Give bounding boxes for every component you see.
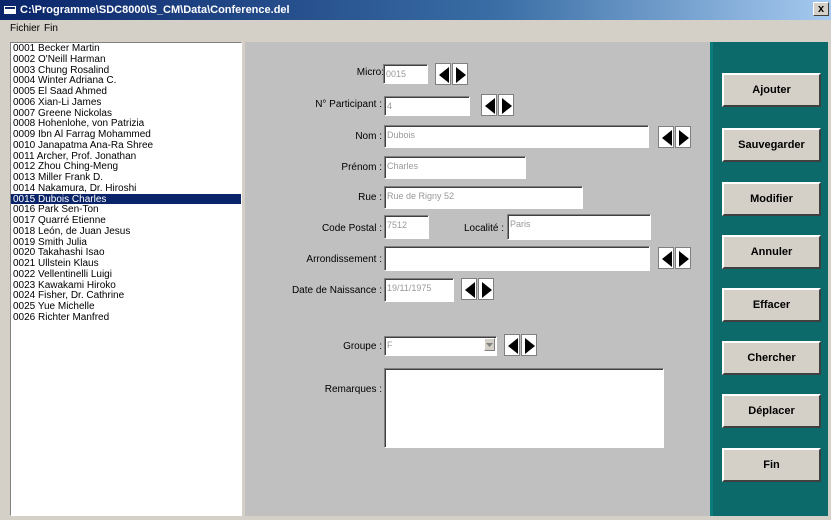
participant-list-item[interactable]: 0025 Yue Michelle <box>11 301 241 312</box>
arrow-right-icon <box>482 282 492 298</box>
participant-list-item[interactable]: 0004 Winter Adriana C. <box>11 75 241 86</box>
participant-form: Micro: 0015 N° Participant : 4 Nom : Dub… <box>245 42 710 516</box>
participant-list-item[interactable]: 0008 Hohenlohe, von Patrizia <box>11 118 241 129</box>
date-naissance-field[interactable]: 19/11/1975 <box>384 278 454 302</box>
participant-list-item[interactable]: 0021 Ullstein Klaus <box>11 258 241 269</box>
nom-field[interactable]: Dubois <box>384 125 649 148</box>
date-next-button[interactable] <box>478 278 494 300</box>
arrow-left-icon <box>662 130 672 146</box>
micro-field[interactable]: 0015 <box>383 64 428 84</box>
app-icon <box>4 6 16 14</box>
nom-prev-button[interactable] <box>658 126 674 148</box>
deplacer-button[interactable]: Déplacer <box>722 394 821 428</box>
remarques-label: Remarques : <box>324 384 382 395</box>
annuler-button[interactable]: Annuler <box>722 235 821 269</box>
groupe-nav <box>504 334 538 356</box>
date-prev-button[interactable] <box>461 278 477 300</box>
micro-label: Micro: <box>356 67 384 78</box>
menu-fin[interactable]: Fin <box>42 22 60 36</box>
date-naissance-label: Date de Naissance : <box>291 285 382 296</box>
participant-list-item[interactable]: 0011 Archer, Prof. Jonathan <box>11 151 241 162</box>
arrow-right-icon <box>679 130 689 146</box>
window-title: C:\Programme\SDC8000\S_CM\Data\Conferenc… <box>20 4 290 16</box>
participant-list-item[interactable]: 0007 Greene Nickolas <box>11 108 241 119</box>
menu-bar: Fichier Fin <box>0 20 831 38</box>
arrow-left-icon <box>439 67 449 83</box>
code-postal-label: Code Postal : <box>321 223 382 234</box>
chercher-button[interactable]: Chercher <box>722 341 821 375</box>
groupe-label: Groupe : <box>343 341 382 352</box>
arrow-left-icon <box>508 338 518 354</box>
participant-list-item[interactable]: 0026 Richter Manfred <box>11 312 241 323</box>
participant-list-item[interactable]: 0009 Ibn Al Farrag Mohammed <box>11 129 241 140</box>
localite-label: Localité : <box>463 223 504 234</box>
participant-list-item[interactable]: 0020 Takahashi Isao <box>11 247 241 258</box>
groupe-dropdown-button[interactable] <box>484 338 495 351</box>
participant-list-item[interactable]: 0017 Quarré Etienne <box>11 215 241 226</box>
ajouter-button[interactable]: Ajouter <box>722 73 821 107</box>
arrow-right-icon <box>502 98 512 114</box>
participant-number-field[interactable]: 4 <box>384 96 470 116</box>
close-button[interactable]: x <box>813 2 829 16</box>
arrow-right-icon <box>456 67 466 83</box>
prenom-field[interactable]: Charles <box>384 156 526 179</box>
date-naissance-nav <box>461 278 495 300</box>
participant-list-item[interactable]: 0016 Park Sen-Ton <box>11 204 241 215</box>
modifier-button[interactable]: Modifier <box>722 182 821 216</box>
nom-next-button[interactable] <box>675 126 691 148</box>
arrow-left-icon <box>662 251 672 267</box>
participant-list-item[interactable]: 0013 Miller Frank D. <box>11 172 241 183</box>
fin-button[interactable]: Fin <box>722 448 821 482</box>
arrondissement-label: Arrondissement : <box>306 254 382 265</box>
menu-fichier[interactable]: Fichier <box>8 22 42 36</box>
participant-list-item[interactable]: 0005 El Saad Ahmed <box>11 86 241 97</box>
participant-list-item[interactable]: 0015 Dubois Charles <box>11 193 241 204</box>
participant-nav <box>481 94 515 116</box>
groupe-prev-button[interactable] <box>504 334 520 356</box>
groupe-next-button[interactable] <box>521 334 537 356</box>
remarques-textarea[interactable] <box>384 368 664 448</box>
chevron-down-icon <box>486 343 493 347</box>
participant-list-item[interactable]: 0002 O'Neill Harman <box>11 54 241 65</box>
groupe-value: F <box>387 340 393 350</box>
arrow-left-icon <box>485 98 495 114</box>
micro-next-button[interactable] <box>452 63 468 85</box>
prenom-label: Prénom : <box>341 162 382 173</box>
title-bar: C:\Programme\SDC8000\S_CM\Data\Conferenc… <box>0 0 831 20</box>
arrow-right-icon <box>679 251 689 267</box>
participant-list[interactable]: 0001 Becker Martin 0002 O'Neill Harman 000… <box>10 42 242 516</box>
arrow-left-icon <box>465 282 475 298</box>
participant-list-item[interactable]: 0001 Becker Martin <box>11 43 241 54</box>
arrondissement-prev-button[interactable] <box>658 247 674 269</box>
micro-nav <box>435 63 469 85</box>
code-postal-field[interactable]: 7512 <box>384 215 429 239</box>
participant-list-item[interactable]: 0023 Kawakami Hiroko <box>11 280 241 291</box>
rue-field[interactable]: Rue de Rigny 52 <box>384 186 583 209</box>
localite-field[interactable]: Paris <box>507 214 651 240</box>
arrondissement-next-button[interactable] <box>675 247 691 269</box>
participant-list-item[interactable]: 0018 León, de Juan Jesus <box>11 226 241 237</box>
nom-nav <box>658 126 692 148</box>
participant-list-item[interactable]: 0010 Janapatma Ana-Ra Shree <box>11 140 241 151</box>
participant-list-item[interactable]: 0006 Xian-Li James <box>11 97 241 108</box>
participant-prev-button[interactable] <box>481 94 497 116</box>
action-panel: Ajouter Sauvegarder Modifier Annuler Eff… <box>710 42 828 516</box>
groupe-select[interactable]: F <box>384 336 497 356</box>
participant-number-label: N° Participant : <box>315 99 382 110</box>
participant-list-item[interactable]: 0014 Nakamura, Dr. Hiroshi <box>11 183 241 194</box>
sauvegarder-button[interactable]: Sauvegarder <box>722 128 821 162</box>
participant-list-item[interactable]: 0022 Vellentinelli Luigi <box>11 269 241 280</box>
nom-label: Nom : <box>355 131 382 142</box>
participant-list-item[interactable]: 0019 Smith Julia <box>11 237 241 248</box>
participant-list-item[interactable]: 0012 Zhou Ching-Meng <box>11 161 241 172</box>
arrondissement-nav <box>658 247 692 269</box>
rue-label: Rue : <box>358 192 382 203</box>
micro-prev-button[interactable] <box>435 63 451 85</box>
arrow-right-icon <box>525 338 535 354</box>
arrondissement-field[interactable] <box>384 246 650 271</box>
participant-list-item[interactable]: 0003 Chung Rosalind <box>11 65 241 76</box>
participant-next-button[interactable] <box>498 94 514 116</box>
effacer-button[interactable]: Effacer <box>722 288 821 322</box>
participant-list-item[interactable]: 0024 Fisher, Dr. Cathrine <box>11 290 241 301</box>
